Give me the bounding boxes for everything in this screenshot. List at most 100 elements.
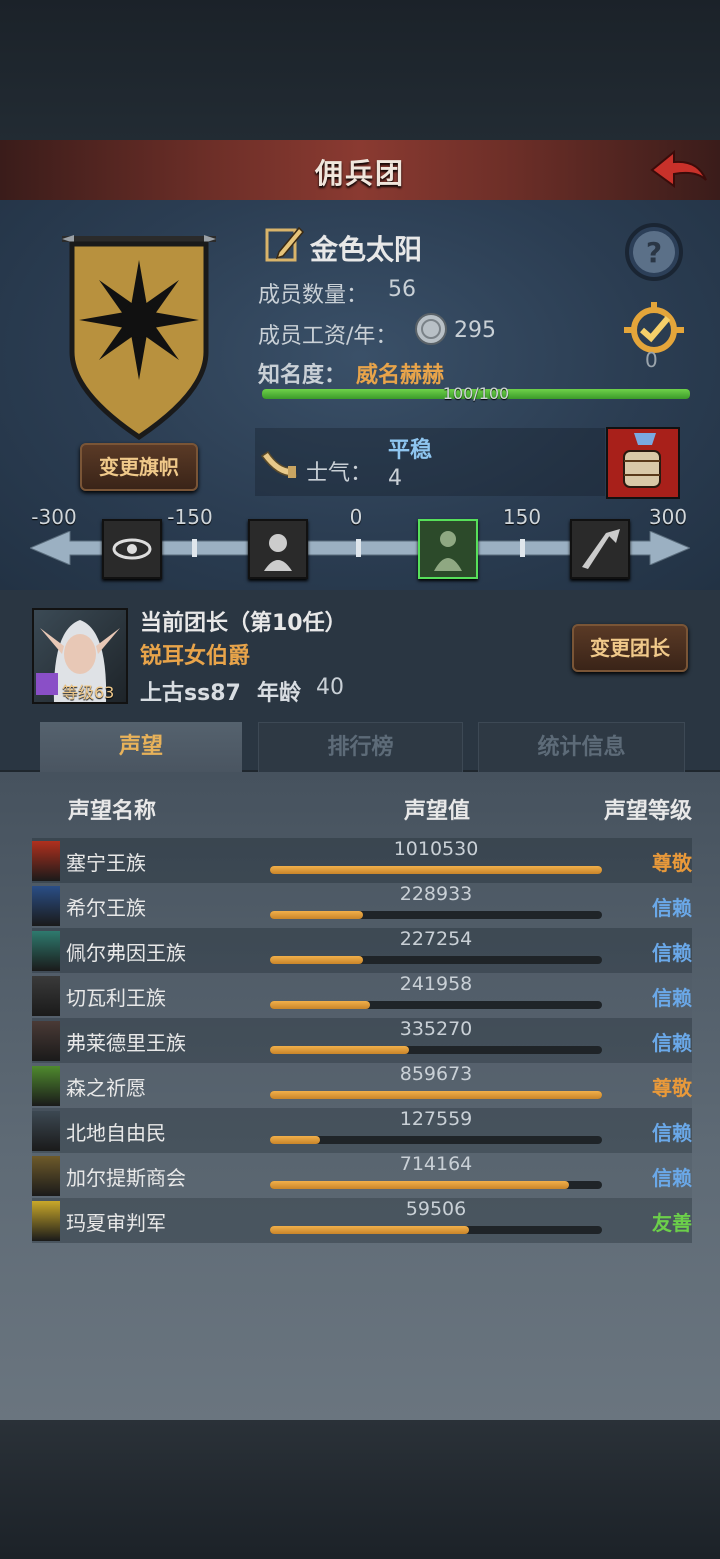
faction-progress-bar bbox=[270, 1226, 602, 1234]
faction-crest-icon bbox=[32, 1066, 60, 1106]
despair-icon[interactable] bbox=[248, 519, 308, 579]
faction-value: 241958 bbox=[399, 973, 473, 995]
scale-label-high: 150 bbox=[502, 505, 542, 529]
faction-level: 信赖 bbox=[652, 1031, 692, 1055]
faction-progress-fill bbox=[270, 1091, 602, 1099]
faction-progress-fill bbox=[270, 1181, 569, 1189]
faction-progress-bar bbox=[270, 1091, 602, 1099]
members-label: 成员数量： bbox=[258, 283, 369, 308]
faction-progress-fill bbox=[270, 956, 363, 964]
tab-reputation[interactable]: 声望 bbox=[40, 722, 242, 772]
morale-value: 4 bbox=[388, 466, 402, 491]
leader-age: 40 bbox=[316, 675, 344, 700]
help-icon[interactable]: ? bbox=[624, 222, 684, 282]
charge-icon[interactable] bbox=[570, 519, 630, 579]
header-rep-name: 声望名称 bbox=[68, 799, 157, 824]
faction-level: 尊敬 bbox=[652, 851, 692, 875]
table-row[interactable]: 森之祈愿 859673 尊敬 bbox=[32, 1063, 692, 1108]
horn-icon bbox=[260, 450, 297, 478]
faction-progress-bar bbox=[270, 1001, 602, 1009]
top-backdrop bbox=[0, 0, 720, 140]
wage-label: 成员工资/年： bbox=[258, 324, 398, 349]
faction-crest-icon bbox=[32, 1201, 60, 1241]
table-row[interactable]: 弗莱德里王族 335270 信赖 bbox=[32, 1018, 692, 1063]
table-row[interactable]: 希尔王族 228933 信赖 bbox=[32, 883, 692, 928]
class-staff-icon bbox=[36, 673, 58, 695]
leader-level: 等级63 bbox=[62, 683, 115, 702]
faction-name: 弗莱德里王族 bbox=[66, 1031, 186, 1055]
table-row[interactable]: 北地自由民 127559 信赖 bbox=[32, 1108, 692, 1153]
faction-name: 玛夏审判军 bbox=[66, 1211, 166, 1235]
svg-text:?: ? bbox=[646, 236, 662, 269]
faction-value: 1010530 bbox=[393, 838, 479, 860]
faction-level: 信赖 bbox=[652, 896, 692, 920]
table-row[interactable]: 佩尔弗因王族 227254 信赖 bbox=[32, 928, 692, 973]
scale-label-max: 300 bbox=[648, 505, 688, 529]
guild-banner bbox=[62, 235, 216, 441]
table-row[interactable]: 塞宁王族 1010530 尊敬 bbox=[32, 838, 692, 883]
eye-icon[interactable] bbox=[102, 519, 162, 579]
faction-progress-bar bbox=[270, 911, 602, 919]
faction-name: 切瓦利王族 bbox=[66, 986, 166, 1010]
back-arrow-icon[interactable] bbox=[648, 146, 710, 194]
table-row[interactable]: 玛夏审判军 59506 友善 bbox=[32, 1198, 692, 1243]
faction-progress-fill bbox=[270, 1226, 470, 1234]
calm-icon[interactable] bbox=[418, 519, 478, 579]
morale-scale: -300 -150 0 150 300 bbox=[30, 505, 690, 580]
faction-crest-icon bbox=[32, 976, 60, 1016]
edit-name-icon[interactable] bbox=[265, 224, 305, 264]
faction-crest-icon bbox=[32, 931, 60, 971]
faction-name: 加尔提斯商会 bbox=[66, 1166, 186, 1190]
morale-state: 平稳 bbox=[388, 438, 433, 463]
table-row[interactable]: 加尔提斯商会 714164 信赖 bbox=[32, 1153, 692, 1198]
faction-name: 森之祈愿 bbox=[66, 1076, 146, 1100]
faction-value: 59506 bbox=[405, 1198, 467, 1220]
wage-value: 295 bbox=[454, 318, 496, 343]
faction-crest-icon bbox=[32, 1111, 60, 1151]
faction-level: 尊敬 bbox=[652, 1076, 692, 1100]
leader-age-label: 年龄 bbox=[257, 681, 302, 706]
faction-level: 信赖 bbox=[652, 941, 692, 965]
faction-level: 信赖 bbox=[652, 986, 692, 1010]
pending-count: 0 bbox=[645, 348, 658, 372]
leader-id: 上古ss87 bbox=[140, 681, 241, 706]
change-leader-button[interactable]: 变更团长 bbox=[572, 624, 688, 672]
scale-label-min: -300 bbox=[31, 505, 77, 529]
header-rep-value: 声望值 bbox=[404, 799, 471, 824]
faction-progress-fill bbox=[270, 866, 602, 874]
members-value: 56 bbox=[388, 277, 416, 302]
faction-value: 714164 bbox=[399, 1153, 473, 1175]
faction-progress-bar bbox=[270, 956, 602, 964]
war-drum-icon[interactable] bbox=[606, 427, 680, 499]
tab-ranking[interactable]: 排行榜 bbox=[258, 722, 463, 774]
guild-name: 金色太阳 bbox=[310, 233, 423, 266]
faction-progress-bar bbox=[270, 1046, 602, 1054]
faction-crest-icon bbox=[32, 1021, 60, 1061]
faction-level: 信赖 bbox=[652, 1121, 692, 1145]
faction-value: 227254 bbox=[399, 928, 473, 950]
faction-level: 友善 bbox=[652, 1211, 692, 1235]
morale-label: 士气： bbox=[306, 461, 373, 486]
silver-coin-icon bbox=[415, 313, 447, 345]
faction-crest-icon bbox=[32, 886, 60, 926]
faction-progress-fill bbox=[270, 1001, 370, 1009]
faction-name: 佩尔弗因王族 bbox=[66, 941, 186, 965]
table-row[interactable]: 切瓦利王族 241958 信赖 bbox=[32, 973, 692, 1018]
faction-name: 希尔王族 bbox=[66, 896, 146, 920]
faction-progress-bar bbox=[270, 866, 602, 874]
faction-value: 859673 bbox=[399, 1063, 473, 1085]
faction-progress-fill bbox=[270, 1046, 410, 1054]
title-bar: 佣兵团 bbox=[0, 140, 720, 202]
tab-statistics[interactable]: 统计信息 bbox=[478, 722, 685, 774]
page-title: 佣兵团 bbox=[314, 157, 405, 190]
leader-name: 锐耳女伯爵 bbox=[140, 644, 251, 669]
bottom-backdrop bbox=[0, 1420, 720, 1559]
scale-label-low: -150 bbox=[167, 505, 213, 529]
change-flag-button[interactable]: 变更旗帜 bbox=[80, 443, 198, 491]
scale-label-zero: 0 bbox=[349, 505, 363, 529]
faction-value: 335270 bbox=[399, 1018, 473, 1040]
faction-progress-fill bbox=[270, 1136, 320, 1144]
faction-progress-bar bbox=[270, 1181, 602, 1189]
header-rep-level: 声望等级 bbox=[603, 799, 692, 824]
faction-name: 塞宁王族 bbox=[66, 851, 146, 875]
